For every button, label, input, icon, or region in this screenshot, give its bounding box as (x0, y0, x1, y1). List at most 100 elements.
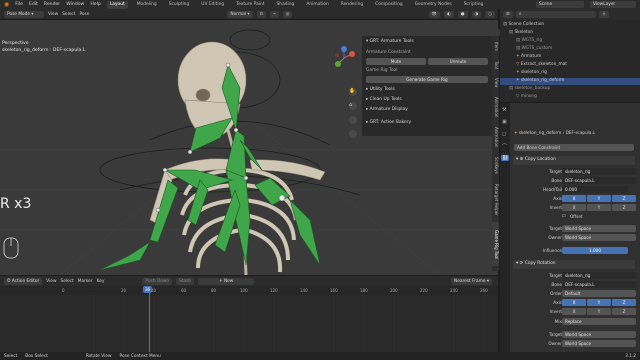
menu-tl-view[interactable]: View (46, 279, 56, 284)
snap-mode-selector[interactable]: Nearest Frame ▾ (450, 277, 492, 285)
offset-checkbox[interactable]: ☐ (562, 213, 566, 218)
cl-bone-field[interactable]: DEF-scapula.L (562, 177, 636, 184)
copy-location-header[interactable]: ▾ ⊕ Copy Location (513, 156, 635, 165)
tool-tab-icon[interactable]: ⚒ (502, 107, 506, 113)
cl-invert-toggles[interactable]: XYZ (562, 204, 636, 211)
cr-bone-field[interactable]: DEF-scapula.L (562, 281, 636, 288)
playhead[interactable] (149, 286, 150, 352)
mode-selector[interactable]: Pose Mode ▾ (4, 10, 44, 18)
orientation-selector[interactable]: Normal ▾ (227, 10, 253, 18)
cr-order-select[interactable]: Default (562, 290, 636, 297)
generate-game-rig-button[interactable]: Generate Game Rig (366, 76, 488, 83)
push-down-button[interactable]: Push Down (142, 277, 173, 285)
cr-axis-toggles[interactable]: XYZ (562, 299, 636, 306)
menu-tl-key[interactable]: Key (97, 279, 105, 284)
outliner-row[interactable]: ▤ WGTS_rig (500, 38, 640, 45)
invert-x-toggle[interactable]: X (562, 204, 586, 211)
outliner-row-selected[interactable]: ✦ skeleton_rig_deform (500, 78, 640, 85)
shading-material-icon[interactable]: ◑ (471, 10, 482, 18)
frame-ruler[interactable]: 0 20 40 60 80 100 120 140 160 180 200 22… (0, 286, 498, 295)
sidetab-tool[interactable]: Tool (492, 56, 499, 74)
menu-tl-select[interactable]: Select (60, 279, 73, 284)
bone-constraint-tab-icon[interactable]: ⛓ (501, 155, 510, 161)
outliner-row[interactable]: ▤ Skeleton (500, 30, 640, 37)
axis-y-toggle[interactable]: Y (587, 195, 611, 202)
blender-logo-icon[interactable]: ◉ (4, 1, 9, 8)
overlay-icon[interactable]: ◐ (444, 10, 454, 18)
menu-edit[interactable]: Edit (29, 2, 38, 7)
cl-owner-space-select[interactable]: World Space (562, 234, 636, 241)
shading-rendered-icon[interactable]: ○ (485, 10, 495, 18)
outliner-row[interactable]: ✦ skeleton_rig (500, 70, 640, 77)
menu-pose[interactable]: Pose (79, 12, 89, 17)
axis-x-toggle[interactable]: X (562, 299, 586, 306)
outliner-row[interactable]: ✦ Armature (500, 54, 640, 61)
cl-headtail-field[interactable]: 0.000 (562, 186, 628, 193)
unmute-button[interactable]: Unmute (428, 58, 488, 65)
outliner-row[interactable]: ▽ Extract_skeleton_mat (500, 62, 640, 69)
proportional-icon[interactable]: ◎ (282, 10, 293, 18)
menu-tl-marker[interactable]: Marker (78, 279, 93, 284)
mute-button[interactable]: Mute (366, 58, 426, 65)
invert-z-toggle[interactable]: Z (612, 204, 636, 211)
tab-uv-editing[interactable]: UV Editing (198, 1, 227, 9)
tab-shading[interactable]: Shading (274, 1, 298, 9)
cl-target-space-select[interactable]: World Space (562, 225, 636, 232)
invert-y-toggle[interactable]: Y (587, 308, 611, 315)
outliner-row[interactable]: ▤ Scene Collection (500, 22, 640, 29)
filter-icon[interactable]: ⏚ (598, 11, 610, 18)
bone-tab-icon[interactable]: ⌒ (502, 143, 507, 150)
sidetab-view[interactable]: View (492, 74, 499, 92)
outliner-row[interactable]: ▤ skeleton_backup (500, 86, 640, 93)
tab-rendering[interactable]: Rendering (338, 1, 366, 9)
sidetab-animation-2[interactable]: Animation (492, 122, 499, 152)
tab-compositing[interactable]: Compositing (372, 1, 406, 9)
visibility-icon[interactable]: 👁 (428, 10, 440, 18)
stash-button[interactable]: Stash (176, 277, 195, 285)
current-frame-badge[interactable]: 36 (143, 286, 153, 293)
utility-tools-section[interactable]: ▸ Utility Tools (366, 87, 395, 92)
cr-target-space-select[interactable]: World Space (562, 331, 636, 338)
cr-target-field[interactable]: skeleton_rig (562, 272, 636, 279)
new-action-button[interactable]: + New (198, 277, 255, 285)
outliner-search[interactable]: ⌕ (515, 11, 596, 18)
axis-z-toggle[interactable]: Z (612, 299, 636, 306)
editor-type-selector[interactable]: ⏱ Action Editor (4, 277, 43, 285)
menu-render[interactable]: Render (44, 2, 60, 7)
cl-target-field[interactable]: skeleton_rig (562, 168, 636, 175)
tab-geometry-nodes[interactable]: Geometry Nodes (412, 1, 455, 9)
outliner-row[interactable]: ▽ minong (500, 94, 640, 101)
menu-select[interactable]: Select (62, 12, 75, 17)
menu-view[interactable]: View (48, 12, 58, 17)
sidetab-retarget-helper[interactable]: Retarget Helper (492, 178, 499, 222)
viewlayer-selector[interactable]: ViewLayer (590, 1, 636, 8)
menu-file[interactable]: File (15, 2, 23, 7)
cr-owner-space-select[interactable]: World Space (562, 340, 636, 347)
clean-up-tools-section[interactable]: ▸ Clean Up Tools (366, 97, 402, 102)
sidetab-item[interactable]: Item (492, 38, 499, 56)
tab-animation[interactable]: Animation (303, 1, 331, 9)
axis-x-toggle[interactable]: X (562, 195, 586, 202)
tab-sculpting[interactable]: Sculpting (166, 1, 193, 9)
scene-selector[interactable]: Scene (536, 1, 584, 8)
camera-icon[interactable]: ⌂ (349, 102, 352, 108)
menu-help[interactable]: Help (90, 2, 100, 7)
cl-influence-slider[interactable]: 1.000 (562, 247, 628, 254)
cl-axis-toggles[interactable]: XYZ (562, 195, 636, 202)
armature-display-section[interactable]: ▸ Armature Display (366, 107, 408, 112)
add-constraint-button[interactable]: Add Bone Constraint (514, 144, 636, 152)
invert-x-toggle[interactable]: X (562, 308, 586, 315)
armature-tools-title[interactable]: ▾ GRT: Armature Tools (366, 39, 414, 44)
action-bakery-section[interactable]: ▸ GRT: Action Bakery (366, 120, 411, 125)
sidetab-game-rig-tool[interactable]: Game Rig Tool (492, 222, 499, 266)
axis-z-toggle[interactable]: Z (612, 195, 636, 202)
axis-y-toggle[interactable]: Y (587, 299, 611, 306)
cl-offset-row[interactable]: ☐ Offset (514, 213, 636, 221)
pivot-icon[interactable]: ⊙ (256, 10, 267, 18)
tab-layout[interactable]: Layout (106, 0, 128, 9)
grab-icon[interactable]: ✋ (349, 88, 355, 94)
sidetab-animation[interactable]: Animation (492, 92, 499, 122)
menu-window[interactable]: Window (66, 2, 84, 7)
cr-mix-select[interactable]: Replace (562, 318, 636, 325)
tab-scripting[interactable]: Scripting (461, 1, 487, 9)
